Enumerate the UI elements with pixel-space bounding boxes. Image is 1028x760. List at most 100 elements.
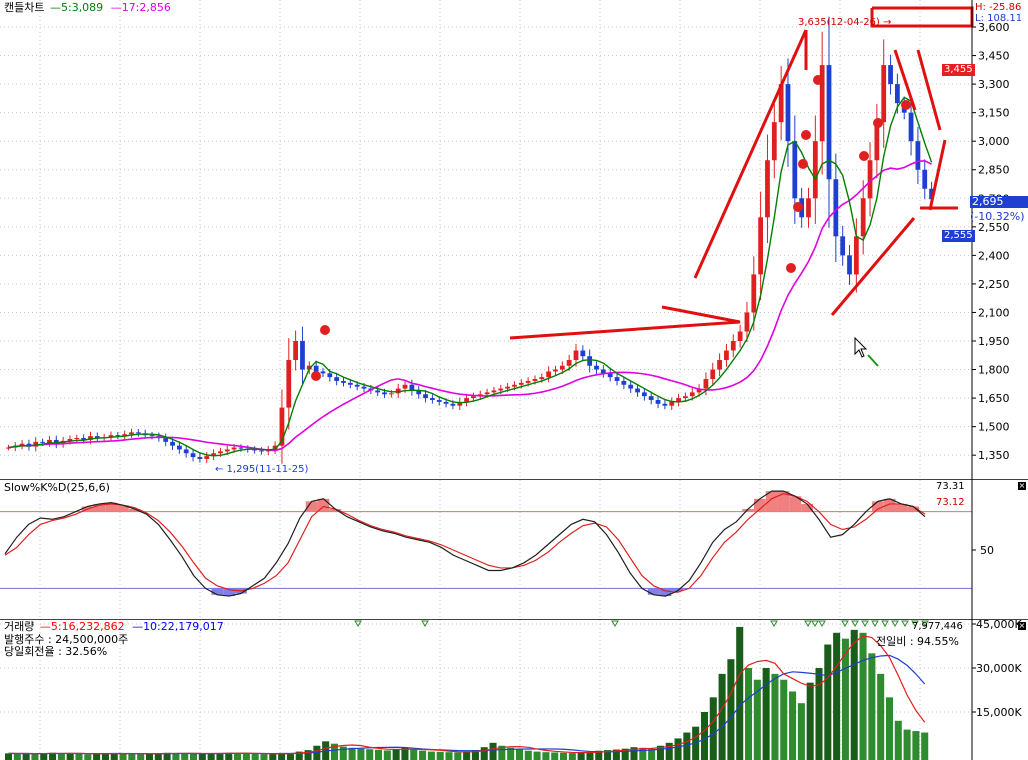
price-candle xyxy=(689,392,695,397)
volume-bar xyxy=(410,749,418,760)
volume-bar xyxy=(427,751,435,760)
price-candle xyxy=(512,384,517,387)
price-candle xyxy=(170,441,175,446)
signal-marker xyxy=(801,130,811,140)
volume-bar xyxy=(824,644,832,760)
volume-bar xyxy=(172,753,180,760)
low-label: ← 1,295(11-11-25) xyxy=(215,464,309,475)
volume-bar xyxy=(366,749,374,760)
price-candle xyxy=(532,379,538,381)
signal-marker xyxy=(873,118,883,128)
volume-bar xyxy=(57,753,65,760)
volume-bar xyxy=(119,753,127,760)
volume-bar xyxy=(515,749,523,760)
price-candle xyxy=(853,236,859,275)
price-candle xyxy=(621,380,627,385)
price-candle xyxy=(320,371,326,374)
price-candle xyxy=(614,377,620,381)
price-candle xyxy=(683,396,688,399)
prev-day-ratio: 전일비 : 94.55% xyxy=(876,635,960,648)
volume-bar xyxy=(577,752,585,760)
volume-bar xyxy=(551,752,559,760)
price-change-label: (-10.32%) xyxy=(970,210,1025,223)
volume-bar xyxy=(40,753,48,760)
price-candle xyxy=(334,377,340,381)
volume-bar xyxy=(815,668,823,760)
volume-bar xyxy=(797,703,805,760)
price-candle xyxy=(341,380,346,383)
stoch-oversold-fill xyxy=(211,588,224,595)
price-candle xyxy=(751,274,757,313)
price-candle xyxy=(758,217,764,275)
price-candle xyxy=(238,447,244,449)
price-candle xyxy=(703,379,709,389)
volume-bar xyxy=(93,753,101,760)
vol-tick-label: 15,000K xyxy=(976,706,1022,719)
volume-bar xyxy=(234,753,242,760)
stochastic-d-value: 73.12 xyxy=(936,497,965,508)
price-tick-label: 2,250 xyxy=(978,278,1010,291)
price-candle xyxy=(429,398,435,400)
volume-bar xyxy=(22,753,30,760)
volume-bar xyxy=(84,754,92,760)
signal-marker xyxy=(786,263,796,273)
price-candle xyxy=(888,65,893,85)
price-candle xyxy=(539,377,545,380)
volume-bar xyxy=(357,748,365,760)
price-candle xyxy=(826,65,832,180)
price-candle xyxy=(785,84,791,142)
signal-marker xyxy=(813,75,823,85)
price-candle xyxy=(505,386,511,389)
volume-bar xyxy=(5,753,13,760)
vol-ma5-legend: —5:16,232,862 xyxy=(39,620,125,633)
price-pane: 3,6003,4503,3003,1503,0002,8502,7002,550… xyxy=(0,0,1028,480)
volume-bar xyxy=(762,668,770,760)
price-candle xyxy=(710,369,716,380)
volume-bar xyxy=(242,753,250,760)
price-candle xyxy=(840,236,846,256)
vol-ma10-legend: —10:22,179,017 xyxy=(132,620,224,633)
volume-close-button[interactable]: × xyxy=(1018,622,1026,630)
price-candle xyxy=(771,122,777,161)
volume-bar xyxy=(181,753,189,760)
price-candle xyxy=(129,432,134,435)
price-candle xyxy=(347,382,353,385)
price-candle xyxy=(655,399,661,404)
price-candle xyxy=(224,449,230,452)
volume-bar xyxy=(31,753,39,760)
volume-bar xyxy=(251,753,259,760)
volume-bar xyxy=(198,753,206,760)
price-candle xyxy=(388,393,394,395)
price-tick-label: 1,800 xyxy=(978,364,1010,377)
price-candle xyxy=(806,198,811,218)
price-candle xyxy=(498,388,504,391)
price-candle xyxy=(792,141,798,199)
price-tick-label: 2,100 xyxy=(978,306,1010,319)
price-candle xyxy=(443,401,449,404)
stoch-overbought-fill xyxy=(871,501,884,512)
volume-bar xyxy=(128,753,136,760)
price-candle xyxy=(587,356,593,366)
price-tick-label: 3,450 xyxy=(978,50,1010,63)
signal-marker xyxy=(859,151,869,161)
price-candle xyxy=(259,450,264,452)
stochastic-pane: 50 xyxy=(0,480,1028,620)
price-candle xyxy=(580,350,586,357)
volume-bar xyxy=(348,747,356,760)
price-candle xyxy=(218,451,223,454)
volume-bar xyxy=(709,697,717,760)
stochastic-close-button[interactable]: × xyxy=(1018,482,1026,490)
volume-bar xyxy=(101,753,109,760)
price-candle xyxy=(197,457,203,459)
price-candle xyxy=(176,445,182,450)
volume-title: 거래량 xyxy=(4,620,35,633)
volume-bar xyxy=(436,751,444,760)
signal-marker xyxy=(793,202,803,212)
volume-bar xyxy=(674,738,682,760)
volume-bar xyxy=(392,748,400,760)
ma17-legend: —17:2,856 xyxy=(110,1,171,14)
price-candle xyxy=(724,350,729,361)
volume-pane: 45,000K 30,000K 15,000K xyxy=(0,620,1022,760)
volume-bar xyxy=(489,742,497,760)
price-candle xyxy=(163,438,169,442)
